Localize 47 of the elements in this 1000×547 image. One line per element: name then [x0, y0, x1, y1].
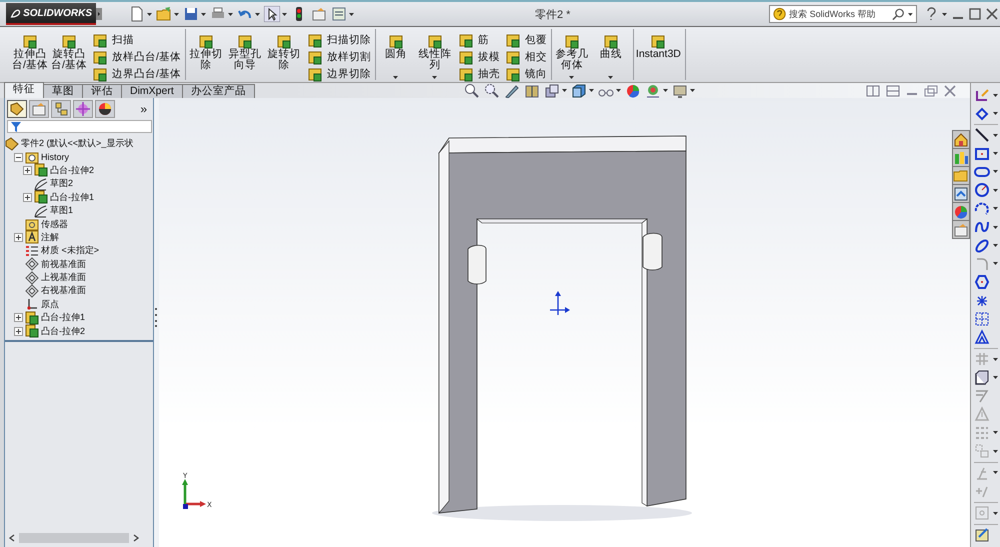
tab[interactable]: 评估	[82, 84, 122, 98]
command-button[interactable]: 拉伸切除	[188, 32, 224, 81]
window-title: 零件2 *	[535, 8, 572, 22]
command-button[interactable]: 包覆	[504, 32, 547, 48]
search-input[interactable]: 搜索 SolidWorks 帮助	[789, 9, 890, 19]
tree-item[interactable]: 上视基准面	[41, 271, 86, 284]
search-field[interactable]: 搜索 SolidWorks 帮助	[769, 5, 917, 23]
tree-item[interactable]: 凸台-拉伸2	[50, 164, 94, 177]
tab[interactable]: 特征	[4, 82, 44, 98]
command-button[interactable]: 拔模	[458, 49, 500, 65]
tree-item[interactable]: 凸台-拉伸1	[50, 190, 94, 204]
tree-item[interactable]: 凸台-拉伸1	[41, 311, 86, 324]
command-button[interactable]: 异型孔向导	[226, 32, 263, 81]
more-tabs-button[interactable]: »	[140, 102, 147, 116]
tab[interactable]: 草图	[43, 84, 83, 98]
tree-item[interactable]: 草图1	[50, 204, 74, 218]
tree-item[interactable]: 草图2	[50, 177, 74, 190]
command-button[interactable]: 旋转凸台/基体	[51, 32, 87, 81]
command-button[interactable]: 圆角	[378, 32, 414, 81]
command-button[interactable]: 扫描切除	[306, 32, 371, 48]
command-button[interactable]: 拉伸凸台/基体	[12, 32, 48, 81]
command-button[interactable]: 抽壳	[458, 66, 500, 82]
tab[interactable]: 办公室产品	[182, 84, 255, 98]
tree-item[interactable]: 右视基准面	[41, 284, 86, 298]
logo-text: SOLIDWORKS	[23, 8, 92, 18]
tab[interactable]: DimXpert	[121, 84, 183, 98]
tree-item[interactable]: 原点	[41, 298, 59, 311]
command-button[interactable]: 参考几何体	[554, 32, 590, 81]
command-button[interactable]: 旋转切除	[266, 32, 302, 81]
tree-item[interactable]: 传感器	[41, 218, 68, 231]
tree-item[interactable]: 零件2 (默认<<默认>_显示状	[21, 137, 134, 150]
tree-item[interactable]: 注解	[41, 230, 59, 244]
command-button[interactable]: 边界切除	[306, 66, 371, 82]
command-button[interactable]: Instant3D	[636, 32, 681, 81]
command-button[interactable]: 扫描	[92, 32, 181, 48]
command-button[interactable]: 曲线	[592, 32, 629, 81]
command-button[interactable]: 相交	[504, 49, 547, 65]
tree-item[interactable]: History	[41, 152, 70, 162]
command-button[interactable]: 放样切割	[306, 49, 371, 65]
tree-item[interactable]: 凸台-拉伸2	[41, 324, 86, 338]
command-button[interactable]: 边界凸台/基体	[92, 66, 181, 82]
tree-item[interactable]: 前视基准面	[41, 258, 86, 271]
command-button[interactable]: 筋	[458, 32, 500, 48]
command-button[interactable]: 镜向	[504, 66, 547, 82]
command-button[interactable]: 线性阵列	[416, 32, 453, 81]
tree-item[interactable]: 材质 <未指定>	[41, 244, 100, 258]
command-button[interactable]: 放样凸台/基体	[92, 49, 181, 65]
